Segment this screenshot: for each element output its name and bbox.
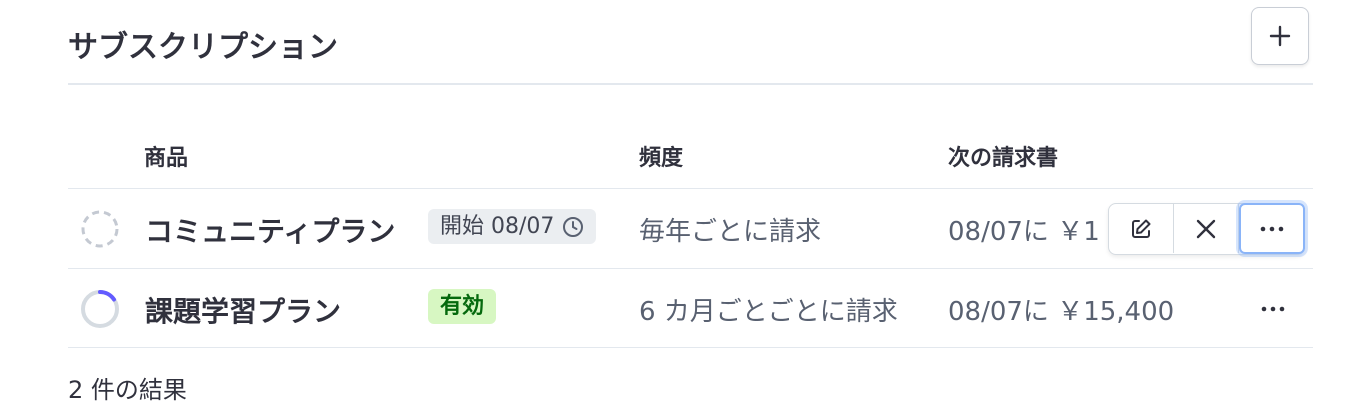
clock-icon	[563, 216, 584, 237]
table-row[interactable]: コミュニティプラン 開始 08/07 毎年ごとに請求 08/07に ￥1	[68, 188, 1313, 268]
product-name[interactable]: コミュニティプラン	[145, 210, 395, 250]
column-header-frequency: 頻度	[639, 146, 684, 171]
billing-frequency: 毎年ごとに請求	[639, 217, 822, 247]
status-badge: 有効	[428, 289, 497, 324]
more-icon	[1260, 226, 1284, 231]
page-header: サブスクリプション	[68, 0, 1313, 85]
edit-button[interactable]	[1109, 204, 1174, 253]
next-invoice: 08/07に ￥15,400	[948, 297, 1175, 327]
result-count: 2 件の結果	[68, 376, 187, 404]
status-badge: 開始 08/07	[428, 209, 597, 244]
more-button[interactable]	[1248, 291, 1298, 327]
row-actions	[1108, 203, 1305, 255]
more-button[interactable]	[1239, 203, 1305, 254]
column-header-product: 商品	[144, 146, 189, 171]
badge-label: 開始 08/07	[440, 214, 555, 239]
close-icon	[1196, 219, 1216, 238]
billing-frequency: 6 カ月ごとごとに請求	[639, 297, 898, 327]
product-name[interactable]: 課題学習プラン	[145, 290, 341, 330]
plus-icon	[1269, 25, 1291, 47]
more-icon	[1261, 306, 1285, 312]
add-subscription-button[interactable]	[1251, 7, 1309, 65]
progress-ring-icon	[81, 290, 119, 328]
dashed-circle-icon	[81, 210, 119, 248]
column-header-next-invoice: 次の請求書	[948, 146, 1059, 171]
edit-icon	[1132, 219, 1151, 238]
table-row[interactable]: 課題学習プラン 有効 6 カ月ごとごとに請求 08/07に ￥15,400	[68, 268, 1313, 348]
next-invoice: 08/07に ￥1	[948, 217, 1100, 247]
page-title: サブスクリプション	[68, 30, 338, 65]
cancel-button[interactable]	[1174, 204, 1239, 253]
